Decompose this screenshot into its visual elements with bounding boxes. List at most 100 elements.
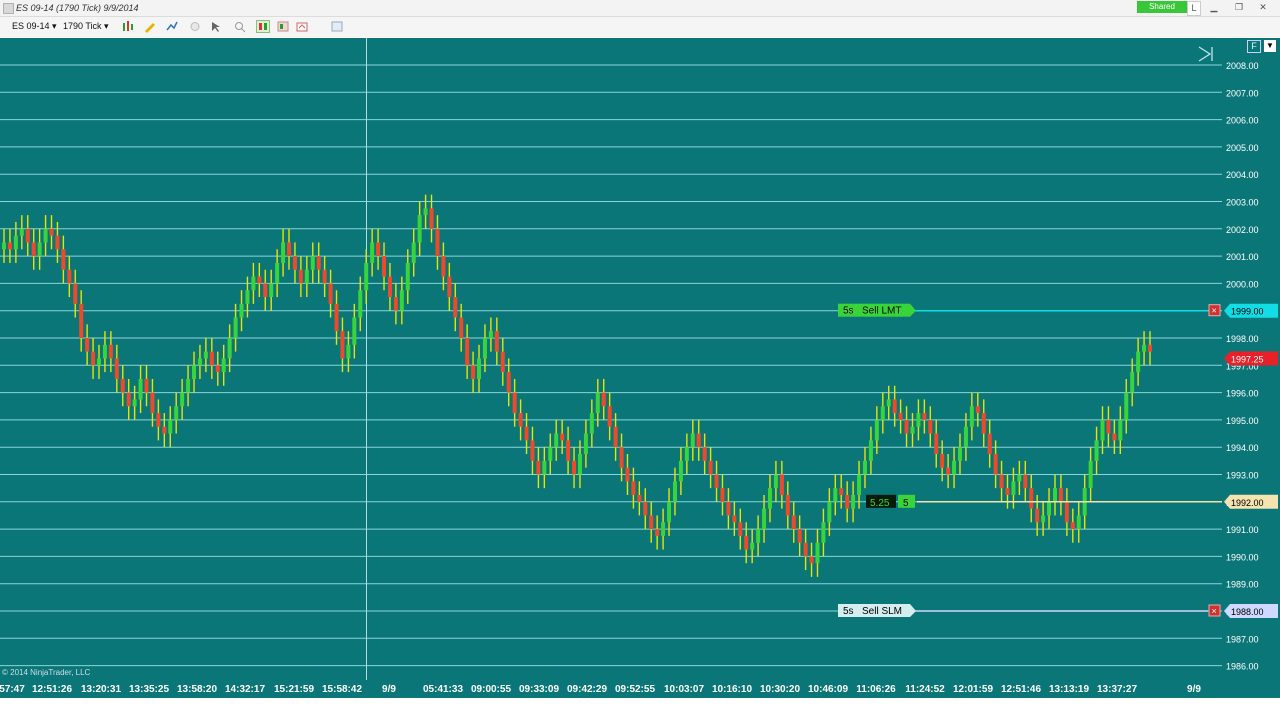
price-bar [85, 338, 90, 352]
drawing-tool-icon[interactable] [143, 20, 157, 33]
price-bar [690, 433, 695, 448]
restore-icon[interactable]: ❐ [1232, 1, 1246, 14]
order-lines: 5s Sell LMT × 5s Sell SLM × 5.25 5 [838, 303, 1222, 617]
price-bar [637, 494, 642, 502]
price-bar [1076, 515, 1081, 530]
price-bar [108, 344, 113, 359]
price-bar [417, 215, 422, 243]
x-tick-label: 09:33:09 [519, 684, 559, 695]
price-bar [49, 228, 54, 236]
price-bar [102, 344, 107, 359]
price-bar [631, 481, 636, 495]
shared-badge[interactable]: Shared [1137, 1, 1187, 13]
minimize-icon[interactable]: ▁ [1207, 1, 1221, 14]
price-bar [61, 249, 66, 270]
price-bar [2, 242, 6, 250]
y-tick-label: 1996.00 [1226, 389, 1259, 399]
price-bar [530, 440, 535, 461]
price-bar [203, 351, 208, 359]
y-tick-label: 1998.00 [1226, 334, 1259, 344]
scroll-to-end-icon[interactable] [1196, 44, 1216, 64]
window-linking-icon[interactable] [330, 20, 344, 33]
indicator-icon[interactable] [165, 20, 179, 33]
price-bar [393, 297, 398, 311]
bar-type-icon[interactable] [121, 20, 135, 33]
interval-selector[interactable]: 1790 Tick ▾ [63, 21, 109, 32]
price-bar [821, 522, 826, 543]
price-bar [750, 542, 755, 550]
y-tick-label: 1987.00 [1226, 634, 1259, 644]
y-tick-label: 2008.00 [1226, 61, 1259, 71]
price-bar [500, 351, 505, 373]
price-bar [13, 235, 18, 250]
x-tick-label: 13:37:27 [1097, 684, 1137, 695]
position-price-label: 1992.00 [1231, 498, 1264, 508]
chart-trader-icon[interactable] [256, 20, 270, 33]
price-bar [1088, 460, 1093, 489]
price-bar [601, 392, 606, 407]
price-axis-labels: 2008.00 2007.00 2006.00 2005.00 2004.00 2003.… [1224, 61, 1278, 672]
link-button[interactable]: L [1187, 1, 1201, 16]
price-axis[interactable]: 2008.00 2007.00 2006.00 2005.00 2004.00 2003.… [1222, 38, 1280, 680]
price-bar [387, 276, 392, 298]
axis-corner [1222, 680, 1280, 698]
cancel-order-x: × [1212, 606, 1217, 616]
price-bar [322, 269, 327, 284]
y-tick-label: 1991.00 [1226, 525, 1259, 535]
price-chart[interactable]: 5s Sell LMT × 5s Sell SLM × 5.25 5 © 2014 Ninja… [0, 38, 1222, 680]
price-bar [684, 447, 689, 461]
cursor-icon[interactable] [209, 20, 223, 33]
price-bar [874, 419, 879, 441]
zoom-icon[interactable] [233, 20, 247, 33]
x-tick-label: 15:58:42 [322, 684, 362, 695]
chart-trader-f-button[interactable]: F [1247, 40, 1261, 53]
axis-menu-icon[interactable]: ▼ [1264, 40, 1276, 52]
price-bar [512, 392, 517, 414]
close-icon[interactable]: ✕ [1256, 1, 1270, 14]
price-bar [227, 338, 232, 359]
price-bar [67, 269, 72, 284]
price-bar [1047, 501, 1052, 516]
x-tick-label: 10:30:20 [760, 684, 800, 695]
price-bars [2, 194, 1152, 577]
x-tick-label: 11:06:26 [856, 684, 896, 695]
x-tick-label: 12:51:26 [32, 684, 72, 695]
data-box-icon[interactable] [276, 20, 290, 33]
price-bar [144, 378, 149, 393]
price-bar [946, 467, 951, 475]
instrument-selector[interactable]: ES 09-14 ▾ [12, 21, 57, 32]
price-bar [209, 351, 214, 366]
time-axis-labels: 57:47 12:51:26 13:20:31 13:35:25 13:58:20 14:… [0, 684, 1201, 695]
price-bar [1070, 522, 1075, 530]
price-bar [465, 338, 470, 366]
x-tick-label: 12:01:59 [953, 684, 993, 695]
price-bar [97, 358, 102, 366]
price-bar [643, 501, 648, 516]
strategy-icon[interactable] [188, 20, 202, 33]
price-bar [1112, 433, 1117, 441]
price-bar [999, 474, 1004, 489]
price-bar [168, 419, 173, 434]
price-bar [358, 290, 363, 318]
x-tick-label: 09:42:29 [567, 684, 607, 695]
price-bar [287, 242, 292, 257]
x-tick-label: 10:03:07 [664, 684, 704, 695]
price-bar [79, 303, 84, 338]
price-bar [987, 433, 992, 455]
order-tag-arrow [910, 303, 916, 317]
current-price-label: 1997.25 [1231, 354, 1264, 364]
price-bar [714, 474, 719, 489]
price-bar [827, 501, 832, 523]
properties-icon[interactable] [295, 20, 309, 33]
cancel-order-x: × [1212, 306, 1217, 316]
order-type-text: Sell SLM [862, 606, 902, 617]
price-bar [898, 413, 903, 420]
time-axis[interactable]: 57:47 12:51:26 13:20:31 13:35:25 13:58:20 14:… [0, 680, 1222, 698]
price-bar [245, 290, 250, 304]
price-bar [174, 406, 179, 420]
price-bar [607, 406, 612, 427]
order-type-text: Sell LMT [862, 306, 901, 317]
price-bar [292, 256, 297, 270]
price-bar [916, 413, 921, 427]
price-chart-panel[interactable]: 5s Sell LMT × 5s Sell SLM × 5.25 5 © 2014 Ninja… [0, 38, 1222, 680]
